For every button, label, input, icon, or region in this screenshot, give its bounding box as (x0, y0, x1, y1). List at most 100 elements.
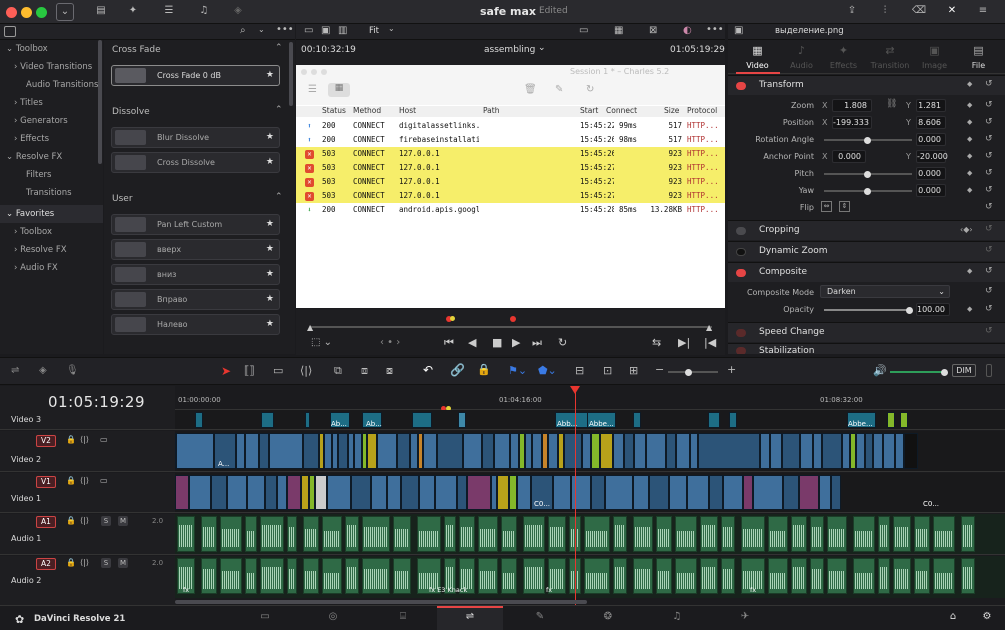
media-pool-icon[interactable]: ▤ (92, 3, 110, 21)
meter-toggle[interactable] (986, 364, 992, 377)
zoom-y-field[interactable]: 1.281 (916, 99, 946, 112)
audio-clip[interactable] (322, 558, 342, 594)
volume-slider[interactable] (890, 368, 948, 376)
video2-clip[interactable] (904, 433, 918, 469)
audio-clip[interactable] (584, 558, 610, 594)
stop-icon[interactable]: ■ (492, 336, 502, 349)
tree-item-resolve-fx[interactable]: ⌄ Resolve FX (0, 148, 103, 166)
match-frame-icon[interactable]: ⇆ (652, 336, 661, 349)
audio-clip[interactable] (220, 558, 242, 594)
track-visibility-icon[interactable]: ▭ (100, 435, 108, 444)
video1-clip[interactable] (831, 475, 841, 510)
reset-icon[interactable]: ↺ (985, 100, 993, 110)
video1-clip[interactable] (753, 475, 783, 510)
audio-clip[interactable] (345, 558, 359, 594)
track-target-a2[interactable]: A2 (36, 558, 56, 570)
effects-tab-icon[interactable]: ✦ (827, 44, 860, 57)
video2-clip[interactable] (423, 433, 437, 469)
mixer-icon[interactable]: ⫶ (876, 3, 894, 21)
collapse-icon[interactable]: ⌃ (275, 192, 283, 202)
auto-select-icon[interactable]: ⟨|⟩ (80, 435, 89, 444)
audio-clip[interactable] (459, 516, 475, 552)
video1-clip[interactable] (669, 475, 687, 510)
play-icon[interactable]: ▶ (512, 336, 520, 349)
video1-clip[interactable] (553, 475, 571, 510)
panel-toggle-icon[interactable] (4, 26, 16, 37)
scrubber-bar[interactable] (310, 326, 712, 328)
timeline-timecode[interactable]: 01:05:19:29 (48, 393, 145, 411)
lock-icon[interactable]: 🔒 (66, 516, 76, 525)
zoom-out-icon[interactable]: − (655, 363, 664, 376)
mic-icon[interactable]: 🎙 (66, 365, 79, 376)
video2-clip[interactable] (624, 433, 634, 469)
replace-icon[interactable]: ⧇ (386, 364, 393, 378)
enable-toggle[interactable] (736, 329, 746, 337)
track-lane-v1[interactable] (175, 473, 1005, 513)
video1-clip[interactable] (277, 475, 287, 510)
play-reverse-icon[interactable]: ◀ (468, 336, 476, 349)
track-lane-v2[interactable] (175, 431, 1005, 472)
enable-toggle[interactable] (736, 227, 746, 235)
video1-clip[interactable] (467, 475, 491, 510)
keyframe-icon[interactable]: ◆ (967, 135, 972, 143)
prev-edit-icon[interactable]: |◀ (704, 336, 716, 349)
mute-button[interactable]: M (118, 516, 128, 526)
snapping-icon[interactable]: ↶ (423, 363, 433, 377)
marker-icon[interactable]: ⬟⌄ (538, 364, 557, 377)
audio-clip[interactable] (260, 516, 284, 552)
effects-icon[interactable]: ✦ (124, 3, 142, 21)
jog-icon[interactable]: ‹ • › (380, 337, 400, 348)
video3-clip[interactable] (633, 412, 641, 428)
lock-icon[interactable]: 🔒 (477, 363, 491, 376)
reset-icon[interactable]: ↺ (985, 202, 993, 212)
edit-index-icon[interactable]: ☰ (160, 3, 178, 21)
video1-clip[interactable] (709, 475, 723, 510)
track-target-v2[interactable]: V2 (36, 435, 56, 447)
inspector-icon[interactable]: ✕ (943, 3, 961, 21)
request-row[interactable]: ✕ 503 CONNECT 127.0.0.1 15:45:27 923 HTTP... (296, 189, 725, 203)
keyframe-icon[interactable]: ◆ (967, 267, 972, 275)
video2-clip[interactable] (564, 433, 582, 469)
video2-clip[interactable] (245, 433, 259, 469)
video2-clip[interactable] (532, 433, 542, 469)
playhead[interactable] (575, 389, 576, 605)
playhead-handle[interactable] (570, 386, 580, 394)
track-lane-a2[interactable] (175, 556, 1005, 598)
marker-red[interactable] (510, 316, 516, 322)
loop-icon[interactable]: ↻ (558, 336, 567, 349)
audio-clip[interactable] (303, 558, 319, 594)
video2-clip[interactable] (842, 433, 850, 469)
zoom-slider[interactable] (668, 368, 718, 376)
video1-clip[interactable] (799, 475, 819, 510)
composite-section-header[interactable]: Composite ◆ ↺ (728, 262, 1005, 282)
video2-clip[interactable] (269, 433, 303, 469)
video2-clip[interactable] (437, 433, 463, 469)
close-window-button[interactable] (6, 7, 17, 18)
request-row[interactable]: ✕ 503 CONNECT 127.0.0.1 15:45:26 923 HTTP... (296, 147, 725, 161)
request-row[interactable]: ✕ 503 CONNECT 127.0.0.1 15:45:27 923 HTTP... (296, 161, 725, 175)
audio-clip[interactable] (878, 516, 890, 552)
rotation-field[interactable]: 0.000 (916, 133, 946, 146)
enable-toggle[interactable] (736, 347, 746, 354)
reset-icon[interactable]: ↺ (985, 79, 993, 89)
reset-icon[interactable]: ↺ (985, 117, 993, 127)
video1-clip[interactable] (287, 475, 301, 510)
transition-tab-icon[interactable]: ⇄ (870, 44, 910, 57)
position-x-field[interactable]: -199.333 (832, 116, 872, 129)
edit-page-alt-icon[interactable]: ⌸ (396, 611, 410, 623)
audio-clip[interactable] (393, 558, 411, 594)
video2-clip[interactable] (410, 433, 418, 469)
audio-clip[interactable] (914, 516, 930, 552)
video1-clip[interactable] (819, 475, 831, 510)
audio-clip[interactable] (584, 516, 610, 552)
video1-clip[interactable] (401, 475, 419, 510)
audio-clip[interactable] (914, 558, 930, 594)
video2-clip[interactable] (760, 433, 770, 469)
video1-clip[interactable] (591, 475, 605, 510)
share-icon[interactable]: ⇪ (843, 3, 861, 21)
audio-clip[interactable] (768, 558, 788, 594)
group-header-cross-fade[interactable]: Cross Fade (112, 45, 161, 55)
audio-clip[interactable] (768, 516, 788, 552)
stabilization-section-header[interactable]: Stabilization (728, 343, 1005, 354)
video1-clip[interactable] (301, 475, 309, 510)
